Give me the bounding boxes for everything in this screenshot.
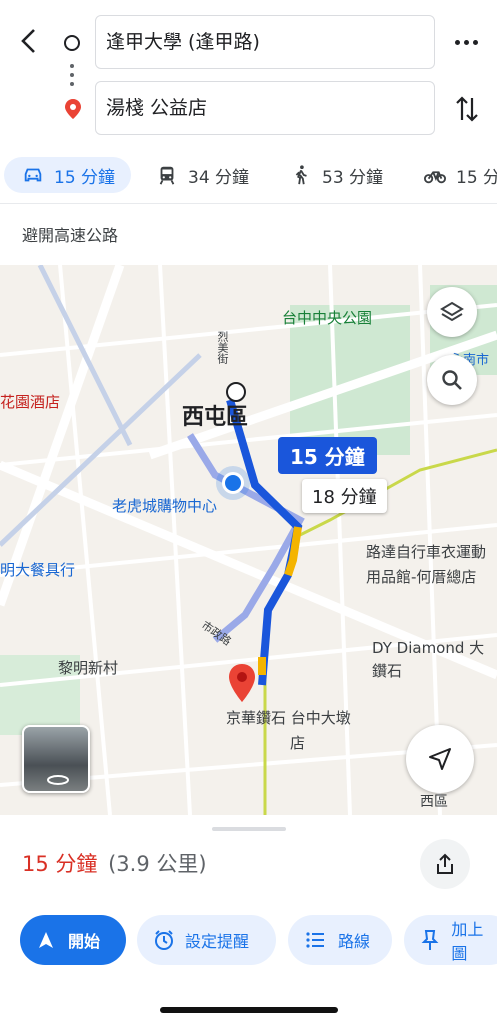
- current-location-dot: [222, 472, 244, 494]
- sheet-drag-handle[interactable]: [212, 827, 286, 831]
- tab-walk-label: 53 分鐘: [322, 167, 384, 188]
- layers-button[interactable]: [427, 287, 477, 337]
- map-label-hotel: 花園酒店: [0, 393, 61, 411]
- destination-map-pin-icon: [227, 663, 257, 707]
- car-icon: [24, 168, 42, 182]
- route-dots-icon: [70, 64, 74, 86]
- route-duration: 15 分鐘: [22, 852, 98, 876]
- map-view[interactable]: 15 分鐘 18 分鐘 台中中央公園 西屯區 老虎城購物中心 花園酒店 明大餐具…: [0, 265, 497, 815]
- destination-pin-icon: [64, 98, 82, 124]
- navigate-button[interactable]: [406, 725, 474, 793]
- map-label-dy-2: 鑽石: [372, 662, 403, 680]
- set-reminder-label: 設定提醒: [185, 932, 250, 951]
- share-icon: [437, 853, 453, 874]
- map-label-corner-bottom: 西區: [420, 794, 448, 810]
- map-label-bike-shop-2: 用品館-何厝總店: [366, 568, 477, 586]
- map-label-street-1: 烈美街: [216, 331, 229, 364]
- map-label-dy-1: DY Diamond 大: [372, 639, 485, 657]
- list-icon: [306, 932, 324, 948]
- map-label-restaurant: 明大餐具行: [0, 561, 76, 579]
- tab-bike-label: 15 分: [456, 167, 497, 188]
- rotate-360-icon: [47, 775, 69, 785]
- share-button[interactable]: [420, 839, 470, 889]
- back-arrow-icon: [21, 29, 35, 53]
- map-label-bike-shop-1: 路達自行車衣運動: [366, 543, 487, 561]
- search-map-button[interactable]: [427, 355, 477, 405]
- route-time-alt[interactable]: 18 分鐘: [302, 479, 387, 513]
- map-label-dest-2: 店: [290, 734, 306, 752]
- route-distance: (3.9 公里): [108, 852, 207, 876]
- travel-mode-tabs: 15 分鐘 34 分鐘 53 分鐘 15 分: [0, 157, 497, 193]
- map-label-mall: 老虎城購物中心: [112, 497, 218, 515]
- avoid-highways-option[interactable]: 避開高速公路: [22, 222, 118, 246]
- transit-icon: [159, 166, 175, 185]
- start-label: 開始: [68, 932, 101, 951]
- navigation-arrow-icon: [429, 748, 451, 770]
- search-icon: [442, 370, 462, 390]
- back-button[interactable]: [14, 26, 44, 56]
- pin-button[interactable]: 加上圖: [404, 915, 497, 965]
- destination-input[interactable]: 湯棧 公益店: [95, 81, 435, 135]
- route-time-primary[interactable]: 15 分鐘: [278, 437, 377, 474]
- bike-icon: [424, 171, 446, 184]
- map-label-park: 台中中央公園: [282, 309, 373, 327]
- tab-transit[interactable]: 34 分鐘: [156, 157, 249, 193]
- origin-input[interactable]: 逢甲大學 (逢甲路): [95, 15, 435, 69]
- navigation-start-icon: [39, 932, 53, 948]
- steps-button[interactable]: 路線: [288, 915, 392, 965]
- pin-label: 加上圖: [451, 920, 484, 963]
- alarm-icon: [155, 930, 173, 950]
- layers-icon: [440, 301, 464, 322]
- pin-icon: [421, 930, 439, 950]
- directions-panel: 逢甲大學 (逢甲路) 湯棧 公益店 15 分鐘 34 分鐘 53 分鐘 15 分…: [0, 0, 497, 265]
- tab-drive[interactable]: 15 分鐘: [4, 157, 132, 193]
- tab-drive-label: 15 分鐘: [54, 167, 116, 188]
- route-summary: 15 分鐘 (3.9 公里): [22, 848, 207, 878]
- walk-icon: [295, 165, 307, 185]
- tab-walk[interactable]: 53 分鐘: [290, 157, 383, 193]
- start-button[interactable]: 開始: [20, 915, 126, 965]
- set-reminder-button[interactable]: 設定提醒: [137, 915, 276, 965]
- map-label-village: 黎明新村: [58, 659, 119, 677]
- home-indicator: [160, 1007, 338, 1013]
- map-label-district: 西屯區: [182, 405, 249, 430]
- street-view-thumbnail[interactable]: [22, 725, 90, 793]
- map-label-dest-1: 京華鑽石 台中大墩: [226, 709, 351, 727]
- tab-transit-label: 34 分鐘: [188, 167, 250, 188]
- tab-bike[interactable]: 15 分: [424, 157, 497, 193]
- steps-label: 路線: [338, 932, 371, 951]
- more-options-icon[interactable]: [455, 40, 478, 45]
- swap-icon[interactable]: [455, 94, 479, 128]
- divider: [0, 203, 497, 204]
- origin-circle-icon: [64, 35, 80, 51]
